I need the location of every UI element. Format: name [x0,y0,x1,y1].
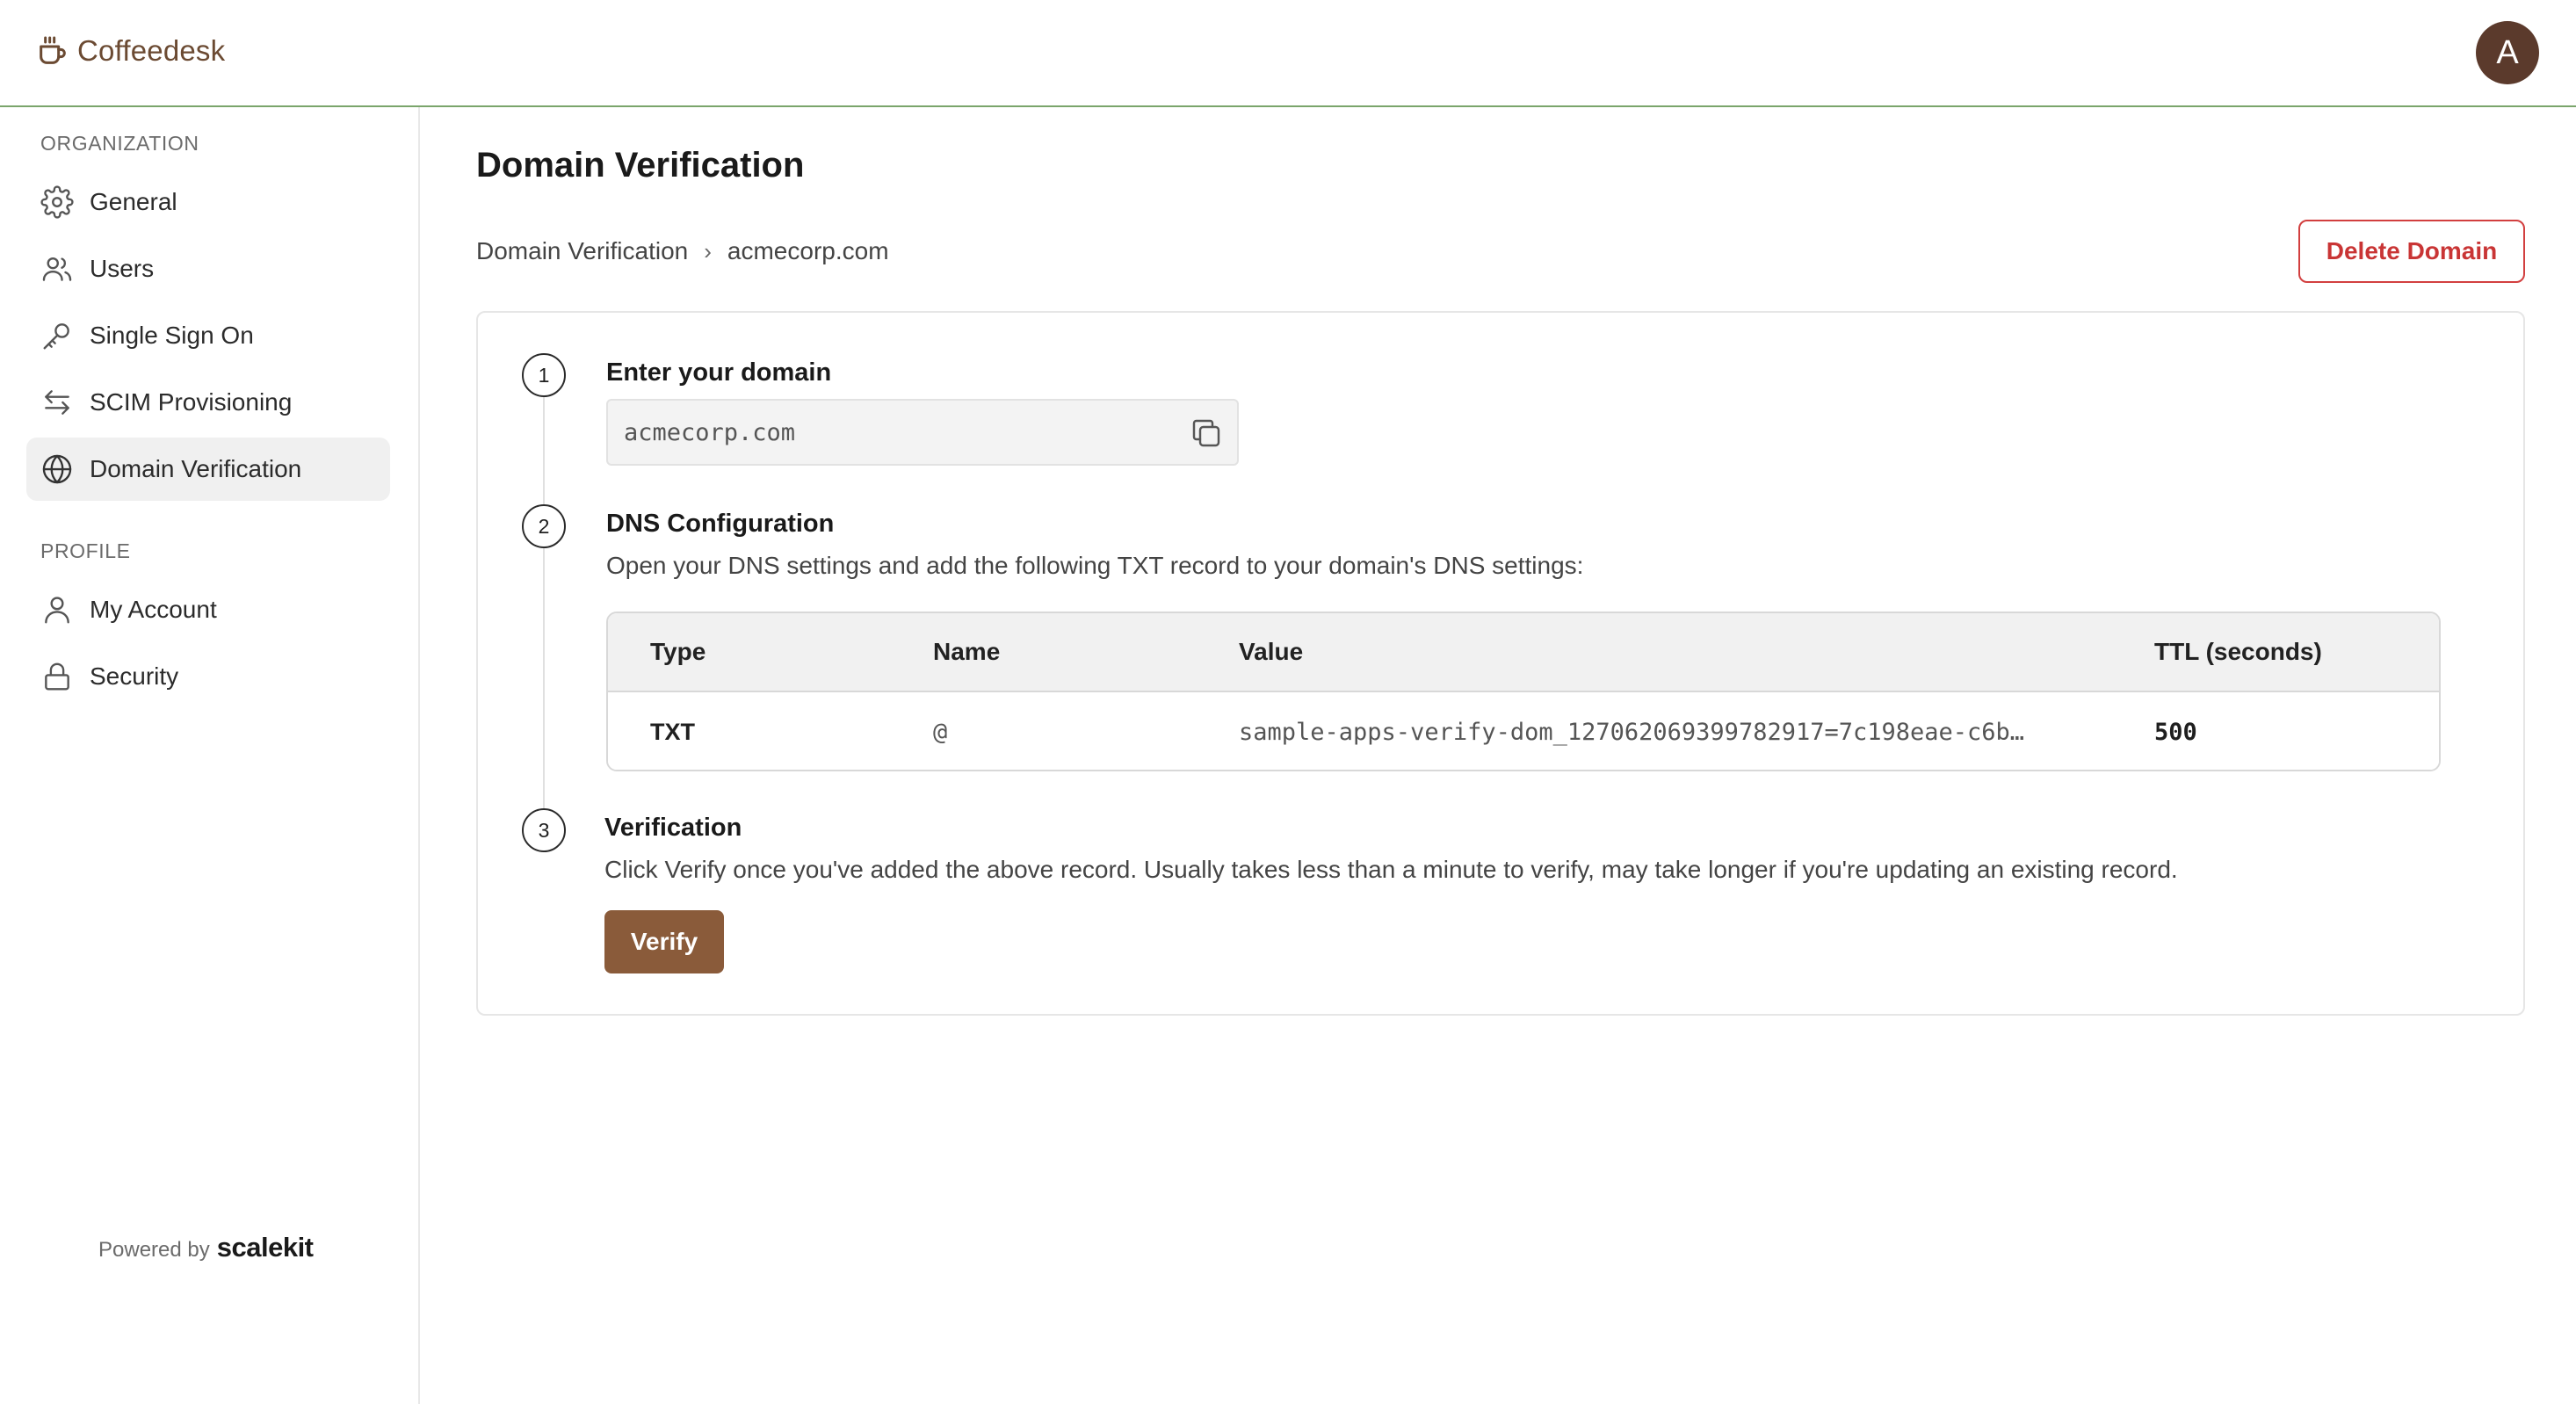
sidebar-item-label: SCIM Provisioning [90,388,293,416]
section-label-organization: ORGANIZATION [40,132,199,155]
globe-icon [40,452,74,486]
sidebar-item-security[interactable]: Security [26,645,390,708]
sidebar-item-users[interactable]: Users [26,237,390,300]
lock-icon [40,660,74,693]
coffee-cup-icon [35,33,70,69]
section-label-profile: PROFILE [40,539,131,562]
sidebar-item-label: My Account [90,596,217,623]
cell-name[interactable]: @ [933,719,947,746]
breadcrumb: Domain Verification › acmecorp.com [476,237,889,265]
step-title-dns-configuration: DNS Configuration [606,510,835,538]
step-number-3: 3 [522,808,566,852]
sidebar-item-general[interactable]: General [26,170,390,234]
sidebar-item-single-sign-on[interactable]: Single Sign On [26,304,390,367]
verification-card: 1 Enter your domain acmecorp.com 2 DNS C… [476,311,2525,1016]
domain-input[interactable]: acmecorp.com [606,399,1239,466]
dns-records-table: Type Name Value TTL (seconds) TXT @ samp… [606,612,2441,771]
top-bar: Coffeedesk A [0,0,2576,107]
step-description-verification: Click Verify once you've added the above… [604,856,2178,883]
sidebar-item-domain-verification[interactable]: Domain Verification [26,438,390,501]
brand-logo[interactable]: Coffeedesk [35,33,225,69]
delete-domain-button[interactable]: Delete Domain [2298,220,2525,283]
users-icon [40,252,74,286]
column-header-ttl: TTL (seconds) [2154,638,2322,665]
sidebar-item-scim-provisioning[interactable]: SCIM Provisioning [26,371,390,434]
domain-input-value: acmecorp.com [624,418,796,446]
table-row: TXT @ sample-apps-verify-dom_12706206939… [608,692,2439,770]
sidebar-item-label: Domain Verification [90,455,302,482]
table-header-row: Type Name Value TTL (seconds) [608,613,2439,692]
avatar[interactable]: A [2476,21,2539,84]
cell-value[interactable]: sample-apps-verify-dom_12706206939978291… [1239,719,2056,746]
cell-type[interactable]: TXT [650,719,695,746]
step-description-dns: Open your DNS settings and add the follo… [606,552,1584,579]
column-header-value: Value [1239,638,1304,665]
sidebar-item-label: General [90,188,177,215]
sidebar-item-label: Security [90,662,179,690]
sidebar: ORGANIZATION General Users Single Sign O… [0,107,420,1404]
breadcrumb-separator: › [704,237,712,264]
cell-ttl[interactable]: 500 [2154,719,2197,746]
page-title: Domain Verification [476,146,805,185]
breadcrumb-item-current-domain: acmecorp.com [727,237,889,264]
user-icon [40,593,74,626]
step-title-enter-domain: Enter your domain [606,358,832,387]
powered-by[interactable]: Powered by scalekit [98,1232,314,1263]
powered-by-label: Powered by [98,1238,210,1262]
breadcrumb-item-domain-verification[interactable]: Domain Verification [476,237,688,265]
column-header-name: Name [933,638,1001,665]
verify-button[interactable]: Verify [604,910,724,973]
steps-timeline-line [543,371,545,838]
sidebar-item-label: Single Sign On [90,322,254,349]
column-header-type: Type [650,638,706,665]
step-number-1: 1 [522,353,566,397]
scalekit-logo: scalekit [216,1232,314,1263]
sidebar-item-label: Users [90,255,155,282]
arrows-swap-icon [40,386,74,419]
brand-name: Coffeedesk [77,34,226,67]
copy-icon[interactable] [1188,415,1225,452]
step-title-verification: Verification [604,814,742,842]
sidebar-item-my-account[interactable]: My Account [26,578,390,641]
gear-icon [40,185,74,219]
step-number-2: 2 [522,504,566,548]
key-icon [40,319,74,352]
